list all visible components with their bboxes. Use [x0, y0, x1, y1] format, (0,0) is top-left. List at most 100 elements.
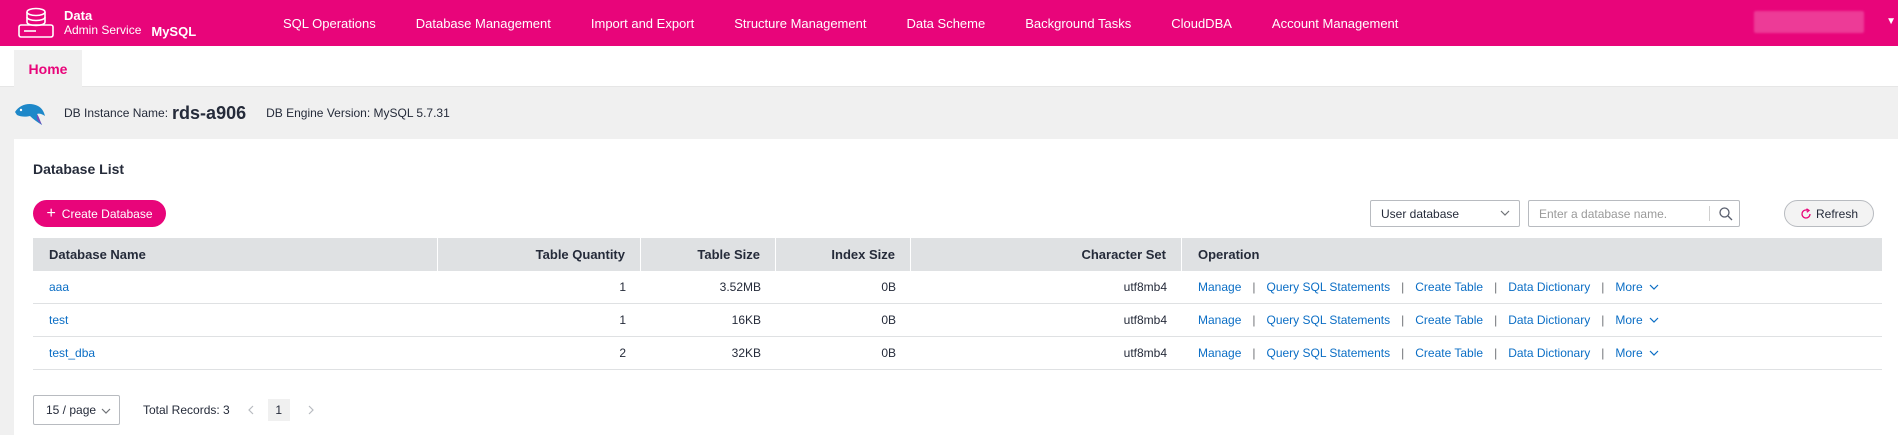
nav-data-scheme[interactable]: Data Scheme: [906, 16, 985, 31]
nav-sql-operations[interactable]: SQL Operations: [283, 16, 376, 31]
chevron-down-icon: [1649, 284, 1659, 290]
database-type-value: User database: [1381, 206, 1460, 221]
column-header-table-size: Table Size: [641, 238, 776, 271]
manage-link[interactable]: Manage: [1198, 280, 1241, 294]
refresh-icon: [1801, 207, 1811, 219]
query-sql-link[interactable]: Query SQL Statements: [1267, 346, 1391, 360]
nav-account-management[interactable]: Account Management: [1272, 16, 1398, 31]
table-header: Database Name Table Quantity Table Size …: [33, 238, 1882, 271]
database-table: Database Name Table Quantity Table Size …: [33, 238, 1882, 370]
table-size-cell: 16KB: [731, 313, 761, 327]
chevron-right-icon[interactable]: [306, 405, 316, 415]
table-size-cell: 32KB: [731, 346, 761, 360]
separator: |: [1494, 313, 1498, 327]
create-database-button[interactable]: + Create Database: [33, 200, 166, 227]
table-row: test 1 16KB 0B utf8mb4 Manage | Query SQ…: [33, 304, 1882, 337]
mysql-dolphin-icon: [12, 98, 48, 128]
database-name-link[interactable]: test: [49, 313, 68, 327]
query-sql-link[interactable]: Query SQL Statements: [1267, 280, 1391, 294]
table-quantity-cell: 2: [619, 346, 626, 360]
table-row: aaa 1 3.52MB 0B utf8mb4 Manage | Query S…: [33, 271, 1882, 304]
table-quantity-cell: 1: [619, 313, 626, 327]
logo-text: Data Admin Service: [64, 8, 141, 38]
engine-version: DB Engine Version: MySQL 5.7.31: [266, 106, 450, 120]
search-icon[interactable]: [1718, 206, 1734, 222]
database-name-link[interactable]: aaa: [49, 280, 69, 294]
more-label: More: [1615, 346, 1643, 360]
instance-name-label: DB Instance Name:: [64, 106, 169, 120]
pagination: 15 / page Total Records: 3 1: [33, 395, 316, 425]
separator: |: [1401, 313, 1405, 327]
tab-home[interactable]: Home: [14, 50, 82, 87]
tab-bar: Home: [0, 46, 1898, 87]
search-input[interactable]: [1529, 201, 1704, 226]
more-label: More: [1615, 313, 1643, 327]
database-service-icon: [16, 5, 58, 41]
column-header-operation: Operation: [1198, 247, 1260, 262]
search-divider: [1709, 206, 1710, 221]
logo-line-2: Admin Service: [64, 23, 142, 37]
query-sql-link[interactable]: Query SQL Statements: [1267, 313, 1391, 327]
engine-label: MySQL: [151, 23, 197, 39]
data-dictionary-link[interactable]: Data Dictionary: [1508, 280, 1590, 294]
data-dictionary-link[interactable]: Data Dictionary: [1508, 313, 1590, 327]
operation-cell: Manage | Query SQL Statements | Create T…: [1182, 271, 1882, 303]
table-quantity-cell: 1: [619, 280, 626, 294]
index-size-cell: 0B: [881, 280, 896, 294]
chevron-down-icon: [1649, 350, 1659, 356]
index-size-cell: 0B: [881, 313, 896, 327]
character-set-cell: utf8mb4: [1123, 313, 1167, 327]
page-number[interactable]: 1: [267, 399, 290, 421]
page-size-select[interactable]: 15 / page: [33, 395, 120, 425]
instance-info: DB Instance Name: rds-a906 DB Engine Ver…: [0, 87, 1898, 139]
main-nav: SQL Operations Database Management Impor…: [283, 0, 1438, 46]
operation-cell: Manage | Query SQL Statements | Create T…: [1182, 304, 1882, 336]
panel-title: Database List: [33, 161, 125, 177]
separator: |: [1252, 280, 1256, 294]
total-records: Total Records: 3: [143, 403, 230, 417]
separator: |: [1252, 313, 1256, 327]
separator: |: [1494, 346, 1498, 360]
separator: |: [1401, 346, 1405, 360]
more-dropdown[interactable]: More: [1615, 280, 1659, 294]
create-table-link[interactable]: Create Table: [1415, 313, 1483, 327]
separator: |: [1494, 280, 1498, 294]
refresh-label: Refresh: [1815, 206, 1859, 221]
create-table-link[interactable]: Create Table: [1415, 280, 1483, 294]
top-navigation-bar: Data Admin Service MySQL SQL Operations …: [0, 0, 1898, 46]
chevron-down-icon: [1500, 210, 1510, 216]
operation-cell: Manage | Query SQL Statements | Create T…: [1182, 337, 1882, 369]
column-header-index-size: Index Size: [776, 238, 911, 271]
more-dropdown[interactable]: More: [1615, 313, 1659, 327]
nav-structure-management[interactable]: Structure Management: [734, 16, 866, 31]
column-header-character-set: Character Set: [911, 238, 1182, 271]
create-table-link[interactable]: Create Table: [1415, 346, 1483, 360]
nav-clouddba[interactable]: CloudDBA: [1171, 16, 1232, 31]
character-set-cell: utf8mb4: [1123, 280, 1167, 294]
nav-database-management[interactable]: Database Management: [416, 16, 551, 31]
more-dropdown[interactable]: More: [1615, 346, 1659, 360]
more-label: More: [1615, 280, 1643, 294]
user-menu[interactable]: [1754, 11, 1864, 33]
separator: |: [1601, 346, 1605, 360]
table-row: test_dba 2 32KB 0B utf8mb4 Manage | Quer…: [33, 337, 1882, 370]
chevron-down-icon: [1649, 317, 1659, 323]
separator: |: [1401, 280, 1405, 294]
instance-name: rds-a906: [172, 102, 247, 123]
chevron-left-icon[interactable]: [246, 405, 256, 415]
page-size-value: 15 / page: [46, 403, 97, 417]
logo[interactable]: Data Admin Service MySQL: [0, 0, 262, 46]
refresh-button[interactable]: Refresh: [1784, 200, 1874, 227]
manage-link[interactable]: Manage: [1198, 346, 1241, 360]
database-type-select[interactable]: User database: [1370, 200, 1520, 227]
nav-import-export[interactable]: Import and Export: [591, 16, 694, 31]
manage-link[interactable]: Manage: [1198, 313, 1241, 327]
database-name-link[interactable]: test_dba: [49, 346, 95, 360]
logo-line-1: Data: [64, 8, 93, 23]
table-size-cell: 3.52MB: [719, 280, 761, 294]
caret-down-icon[interactable]: ▼: [1886, 16, 1896, 27]
create-database-label: Create Database: [61, 206, 153, 221]
database-list-panel: Database List + Create Database User dat…: [14, 139, 1898, 435]
data-dictionary-link[interactable]: Data Dictionary: [1508, 346, 1590, 360]
nav-background-tasks[interactable]: Background Tasks: [1025, 16, 1131, 31]
